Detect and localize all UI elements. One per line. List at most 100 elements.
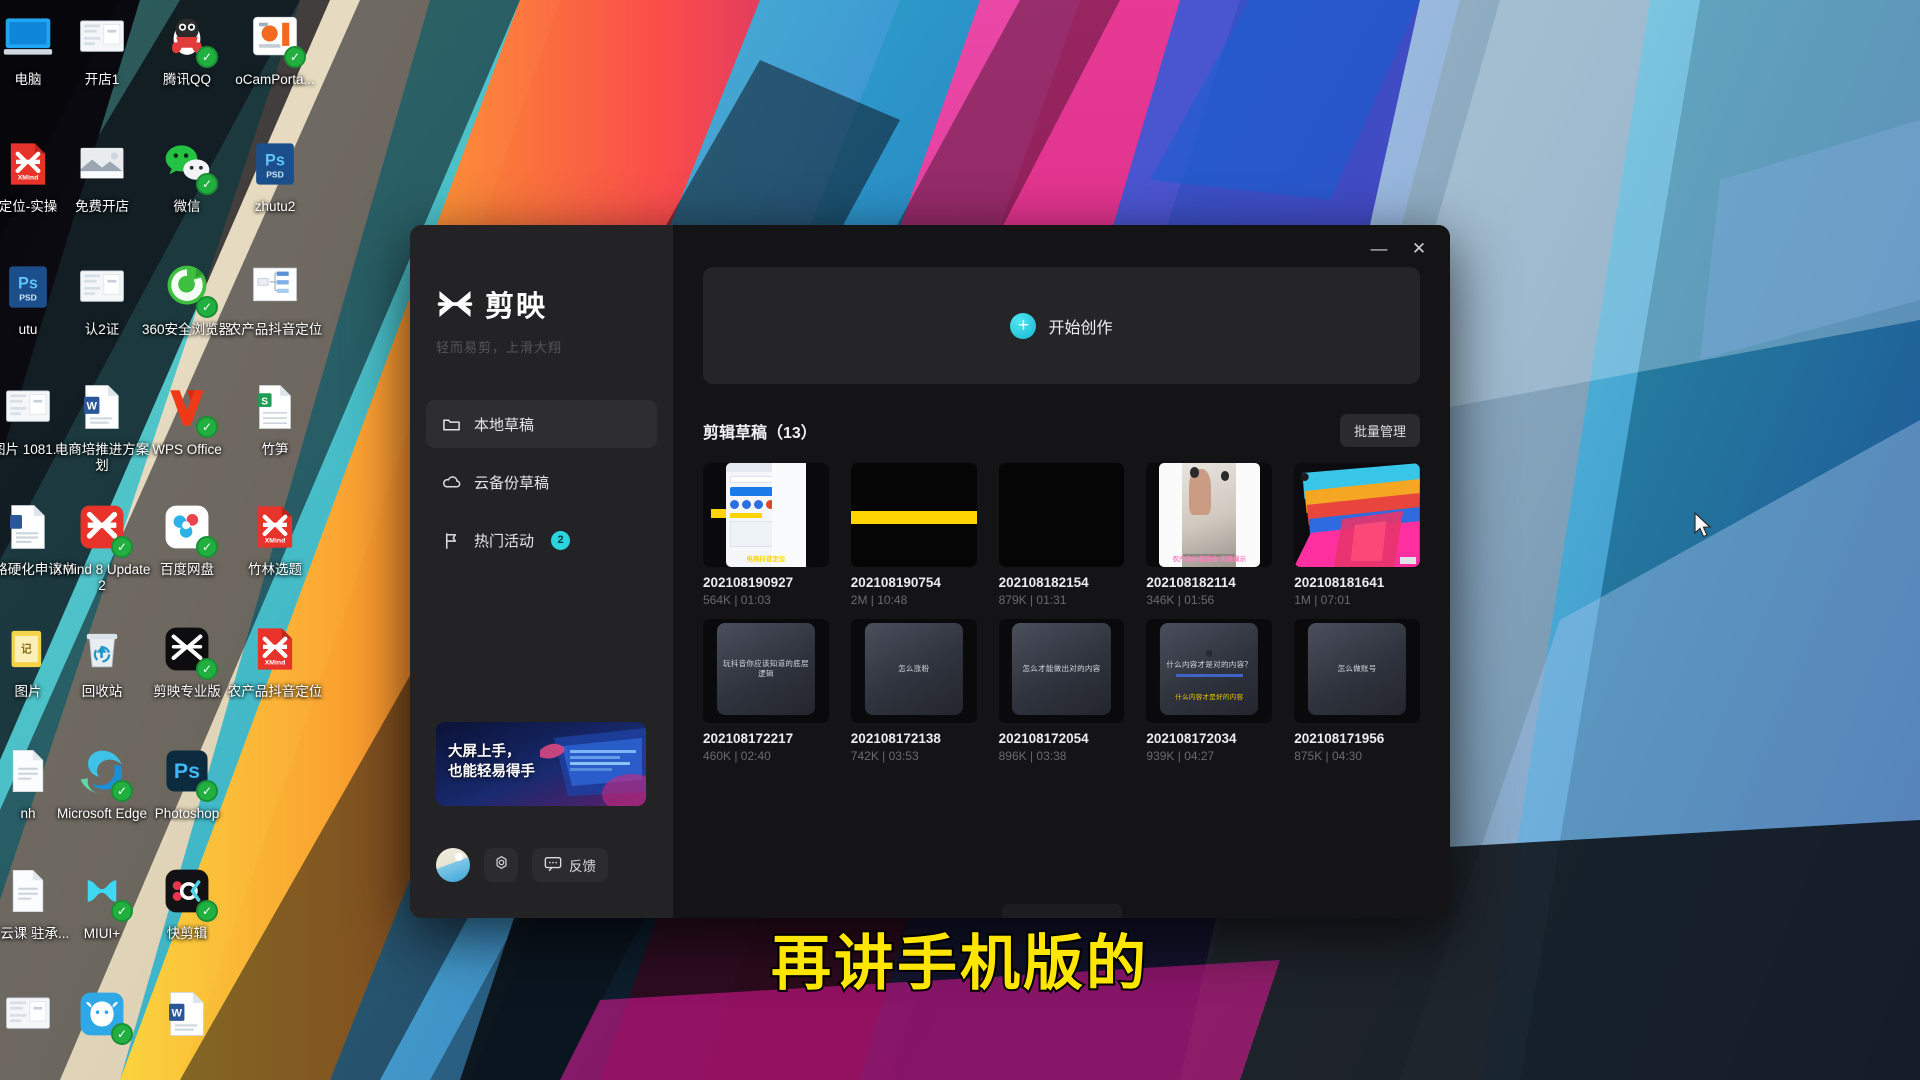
mindmap-icon [246,258,304,316]
miui-icon: ✓ [73,862,133,922]
minimize-icon: — [1370,238,1388,258]
draft-card[interactable]: 怎么做账号 202108171956 875K | 04:30 [1294,619,1420,763]
monitor-icon [0,8,57,66]
svg-text:PSD: PSD [266,170,284,180]
settings-button[interactable] [484,848,518,882]
svg-text:Ps: Ps [174,759,200,783]
desktop-icon-微信[interactable]: ✓ 微信 [137,135,237,215]
folder-icon [442,415,461,434]
desktop-icon-label: 竹笋 [261,442,289,457]
draft-card[interactable]: 202108181641 1M | 07:01 [1294,463,1420,607]
svg-text:XMind: XMind [18,174,39,181]
avatar[interactable] [436,848,470,882]
minimize-button[interactable]: — [1362,233,1396,263]
batch-manage-button[interactable]: 批量管理 [1339,414,1420,447]
draft-title: 202108172138 [850,731,941,746]
desktop-icon-label: WPS Office [152,442,222,457]
desktop-icon-label: Photoshop [154,806,220,821]
note-icon: 记 [0,620,57,678]
desktop-icon-农产品抖音定位[interactable]: 农产品抖音定位 [225,258,325,338]
promo-banner[interactable]: 大屏上手， 也能轻易得手 [436,722,646,806]
drafts-section-header: 剪辑草稿（13） 批量管理 [703,414,1420,447]
wps-icon: ✓ [158,378,218,438]
svg-text:XMind: XMind [265,537,286,544]
draft-card[interactable]: 农产品抖音定位·实操演示 202108182114 346K | 01:56 [1146,463,1273,607]
draft-card[interactable]: 想什么内容才是对的内容？ 什么内容才是好的内容 202108172034 939K |… [1146,619,1273,763]
draft-card[interactable]: 202108182154 879K | 01:31 [998,463,1125,607]
wechat-icon: ✓ [158,135,218,195]
ps-icon: Ps ✓ [158,742,218,802]
feedback-label: 反馈 [569,859,596,874]
desktop-icon-竹林选题[interactable]: XMind 竹林选题 [225,498,325,578]
desktop-icon-剪映专业版[interactable]: ✓ 剪映专业版 [137,620,237,700]
desktop-icon-label: 剪映专业版 [153,684,221,699]
draft-thumbnail[interactable]: 电商抖音定位 [703,463,829,567]
desktop-icon-农产品抖音定位[interactable]: XMind 农产品抖音定位 [225,620,325,700]
word-plain-icon [0,498,57,556]
draft-card[interactable]: 怎么涨粉 202108172138 742K | 03:53 [850,619,977,763]
desktop-icon-百度网盘[interactable]: ✓ 百度网盘 [137,498,237,578]
draft-title: 202108182114 [1146,575,1236,590]
draft-meta: 2M | 10:48 [850,593,908,607]
photo-icon [73,135,131,193]
draft-thumbnail[interactable] [998,463,1125,567]
desktop-icon-Photoshop[interactable]: Ps ✓ Photoshop [137,742,237,822]
mouse-cursor [1694,511,1714,545]
draft-thumbnail[interactable]: 怎么做账号 [1294,619,1420,723]
desktop-icon-oCamPorta...[interactable]: ✓ oCamPorta... [225,8,325,88]
xmind-doc-icon: XMind [246,620,304,678]
desktop-icon-WPS Office[interactable]: ✓ WPS Office [137,378,237,458]
draft-card[interactable]: 202108190754 2M | 10:48 [850,463,977,607]
close-button[interactable]: ✕ [1402,233,1436,263]
cloud-icon [442,473,461,492]
check-badge-icon: ✓ [111,536,133,558]
check-badge-icon: ✓ [111,780,133,802]
check-badge-icon: ✓ [196,658,218,680]
draft-title: 202108190754 [850,575,941,590]
sheet-icon [73,8,131,66]
xmind-doc-icon: XMind [0,135,57,193]
draft-thumbnail[interactable] [850,463,977,567]
app-main: — ✕ + 开始创作 剪辑草稿（13） 批量管理 电商抖音定位 202108190… [673,225,1450,918]
sidebar-item-local-drafts[interactable]: 本地草稿 [426,400,657,448]
check-badge-icon: ✓ [196,780,218,802]
sidebar-item-cloud-drafts[interactable]: 云备份草稿 [426,458,657,506]
desktop-icon-竹笋[interactable]: S 竹笋 [225,378,325,458]
draft-meta: 896K | 03:38 [998,749,1067,763]
draft-thumbnail[interactable]: 玩抖音你应该知道的底层逻辑 [703,619,829,723]
draft-card[interactable]: 怎么才能做出对的内容 202108172054 896K | 03:38 [998,619,1125,763]
app-sidebar: 剪映 轻而易剪，上滑大翔 本地草稿 云备份草稿 热门活动 2 大屏上手， 也能轻… [410,225,673,918]
promo-line-1: 大屏上手， [448,744,521,760]
sidebar-footer: 反馈 [436,848,608,882]
close-icon: ✕ [1411,238,1427,258]
draft-title: 202108182154 [998,575,1089,590]
draft-thumbnail[interactable]: 怎么才能做出对的内容 [998,619,1125,723]
screen: 电脑 开店1 ✓ 腾讯QQ ✓ oCamPorta... XMind 定位-实操 免费开店 ✓ 微信… [0,0,1920,1080]
draft-meta: 346K | 01:56 [1146,593,1215,607]
start-creating-button[interactable]: + 开始创作 [703,267,1420,384]
svg-text:Ps: Ps [18,275,38,293]
draft-thumbnail[interactable]: 想什么内容才是对的内容？ 什么内容才是好的内容 [1146,619,1273,723]
draft-card[interactable]: 电商抖音定位 202108190927 564K | 01:03 [703,463,829,607]
draft-thumbnail[interactable]: 怎么涨粉 [850,619,977,723]
draft-card[interactable]: 玩抖音你应该知道的底层逻辑 202108172217 460K | 02:40 [703,619,829,763]
svg-text:S: S [261,396,268,407]
desktop-icon-360安全浏览器[interactable]: ✓ 360安全浏览器 [137,258,237,338]
gear-icon [493,854,510,876]
recycle-icon [73,620,131,678]
sidebar-item-hot-activity[interactable]: 热门活动 2 [426,516,657,564]
check-badge-icon: ✓ [196,46,218,68]
desktop-icon-腾讯QQ[interactable]: ✓ 腾讯QQ [137,8,237,88]
desktop-icon-label: 百度网盘 [160,562,214,577]
desktop-icon-zhutu2[interactable]: Ps PSD zhutu2 [225,135,325,215]
draft-thumbnail[interactable] [1294,463,1420,567]
xmind-icon: ✓ [73,498,133,558]
status-badge: 2 [551,530,571,550]
draft-meta: 742K | 03:53 [850,749,919,763]
psd-icon: Ps PSD [246,135,304,193]
feedback-button[interactable]: 反馈 [532,848,608,882]
sheet-icon [73,258,131,316]
draft-title: 202108172054 [998,731,1089,746]
draft-thumbnail[interactable]: 农产品抖音定位·实操演示 [1146,463,1273,567]
draft-meta: 879K | 01:31 [998,593,1067,607]
